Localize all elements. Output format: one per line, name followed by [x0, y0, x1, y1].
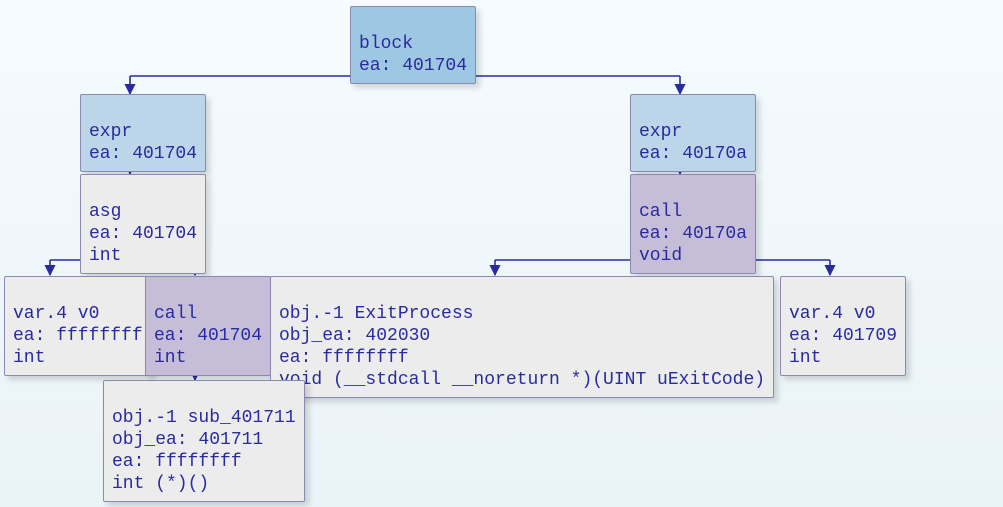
node-line: var.4 v0: [13, 304, 99, 324]
node-line: obj.-1 ExitProcess: [279, 304, 473, 324]
node-var-left[interactable]: var.4 v0 ea: ffffffff int: [4, 276, 152, 376]
node-line: block: [359, 34, 413, 54]
node-line: obj.-1 sub_401711: [112, 408, 296, 428]
node-line: int (*)(): [112, 474, 209, 494]
node-line: ea: 401704: [359, 56, 467, 76]
node-line: var.4 v0: [789, 304, 875, 324]
node-line: int: [789, 348, 821, 368]
node-line: ea: ffffffff: [279, 348, 409, 368]
node-line: ea: 401704: [89, 224, 197, 244]
node-expr-left[interactable]: expr ea: 401704: [80, 94, 206, 172]
node-expr-right[interactable]: expr ea: 40170a: [630, 94, 756, 172]
node-line: ea: ffffffff: [13, 326, 143, 346]
node-line: obj_ea: 401711: [112, 430, 263, 450]
node-line: ea: 401704: [89, 144, 197, 164]
node-line: ea: 40170a: [639, 144, 747, 164]
node-line: ea: ffffffff: [112, 452, 242, 472]
node-line: int: [13, 348, 45, 368]
node-line: obj_ea: 402030: [279, 326, 430, 346]
node-line: ea: 401704: [154, 326, 262, 346]
node-obj-sub[interactable]: obj.-1 sub_401711 obj_ea: 401711 ea: fff…: [103, 380, 305, 502]
node-line: void (__stdcall __noreturn *)(UINT uExit…: [279, 370, 765, 390]
node-obj-exitprocess[interactable]: obj.-1 ExitProcess obj_ea: 402030 ea: ff…: [270, 276, 774, 398]
node-block[interactable]: block ea: 401704: [350, 6, 476, 84]
node-var-right[interactable]: var.4 v0 ea: 401709 int: [780, 276, 906, 376]
node-line: call: [154, 304, 197, 324]
node-line: int: [89, 246, 121, 266]
node-line: ea: 40170a: [639, 224, 747, 244]
node-line: void: [639, 246, 682, 266]
node-line: expr: [89, 122, 132, 142]
node-call-right[interactable]: call ea: 40170a void: [630, 174, 756, 274]
node-asg[interactable]: asg ea: 401704 int: [80, 174, 206, 274]
node-line: asg: [89, 202, 121, 222]
node-line: int: [154, 348, 186, 368]
node-call-left[interactable]: call ea: 401704 int: [145, 276, 271, 376]
node-line: ea: 401709: [789, 326, 897, 346]
node-line: call: [639, 202, 682, 222]
node-line: expr: [639, 122, 682, 142]
